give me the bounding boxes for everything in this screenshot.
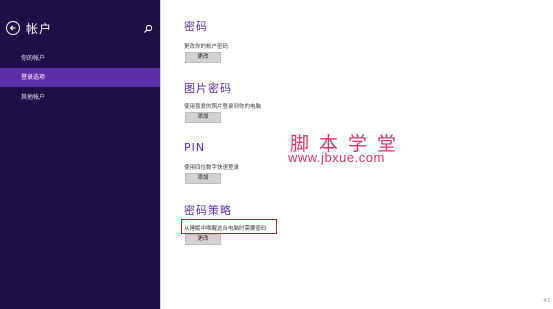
sidebar-title: 帐户 xyxy=(26,21,53,36)
password-title: 密码 xyxy=(184,20,208,33)
watermark-url: www.jbxue.com xyxy=(288,150,385,165)
change-password-policy-button[interactable]: 更改 xyxy=(185,234,221,245)
divider xyxy=(160,0,161,309)
pin-title: PIN xyxy=(184,141,206,154)
sidebar-item-your-account[interactable]: 你的帐户 xyxy=(0,49,160,68)
password-policy-dropdown[interactable]: 从睡眠中唤醒这台电脑时需要密码 xyxy=(184,224,267,232)
pin-description: 使用四位数字快速登录 xyxy=(184,165,240,171)
page-marker: ·43 xyxy=(542,298,550,304)
password-policy-title: 密码策略 xyxy=(184,204,232,217)
search-button[interactable] xyxy=(142,20,154,33)
picture-password-title: 图片密码 xyxy=(184,82,232,95)
sidebar: 帐户 你的帐户 登录选项 其他帐户 xyxy=(0,0,160,309)
back-button[interactable] xyxy=(6,21,20,35)
password-description: 更改你的帐户密码 xyxy=(184,44,229,50)
arrow-left-icon xyxy=(9,25,16,31)
sidebar-item-other-accounts[interactable]: 其他帐户 xyxy=(0,88,160,107)
sidebar-header: 帐户 xyxy=(6,19,52,37)
search-icon xyxy=(144,24,153,33)
change-password-button[interactable]: 更改 xyxy=(185,52,221,63)
main-content: 密码 更改你的帐户密码 更改 图片密码 使用喜爱的照片登录到你的电脑 添加 PI… xyxy=(160,0,553,309)
sidebar-item-sign-in-options[interactable]: 登录选项 xyxy=(0,68,160,87)
add-pin-button[interactable]: 添加 xyxy=(185,173,221,184)
picture-password-description: 使用喜爱的照片登录到你的电脑 xyxy=(184,104,262,110)
add-picture-password-button[interactable]: 添加 xyxy=(185,112,221,123)
